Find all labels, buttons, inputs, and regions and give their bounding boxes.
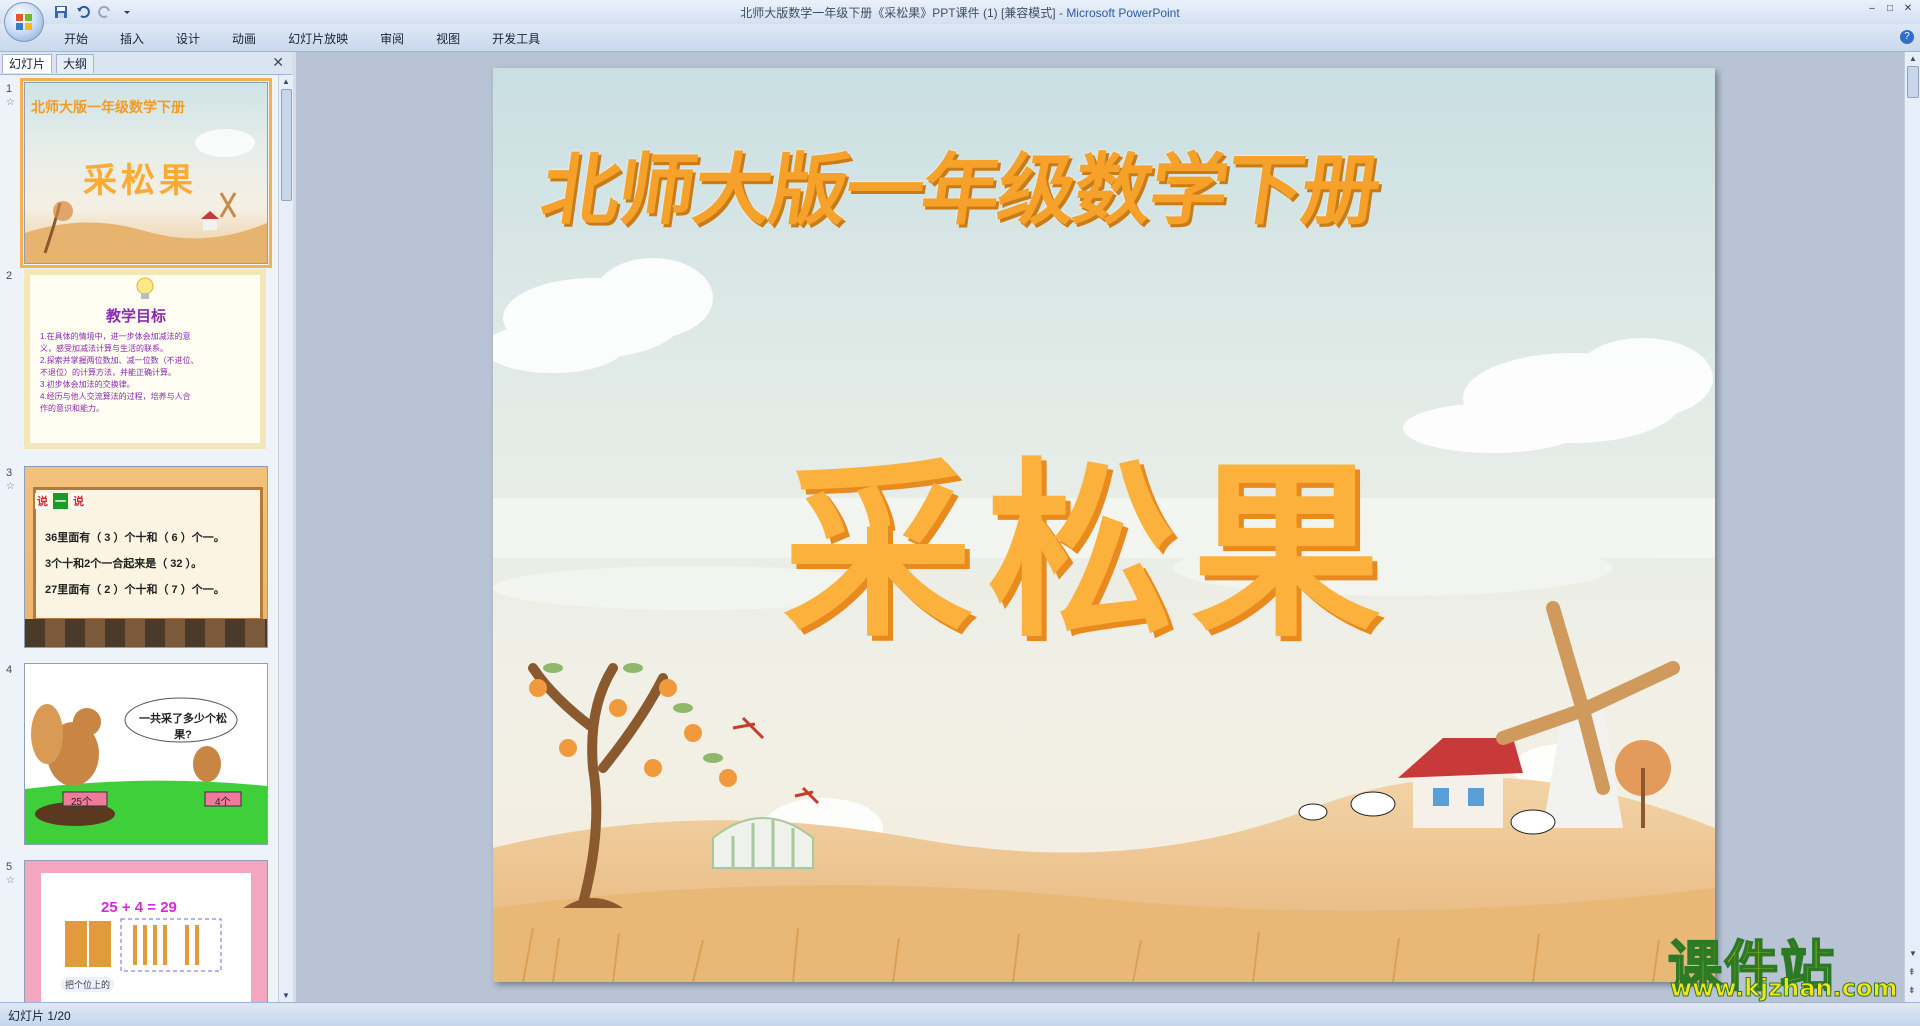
slide-number: 2 <box>6 270 13 282</box>
thumb-line-3: 27里面有（ 2 ）个十和（ 7 ）个一。 <box>45 584 225 596</box>
office-button[interactable] <box>4 2 44 42</box>
thumbnail-image: 北师大版一年级数学下册 采松果 <box>20 78 272 268</box>
scroll-down-icon[interactable]: ▼ <box>1909 949 1917 958</box>
thumb-line-4: 不退位）的计算方法，并能正确计算。 <box>40 368 176 377</box>
thumb-title: 教学目标 <box>106 308 167 325</box>
thumb-scenery <box>25 129 267 263</box>
slide-thumbnail-5[interactable]: 5 ☆ 25 + 4 = 29 把个位上的 <box>0 857 278 1002</box>
slide-counter: 幻灯片 1/20 <box>8 1009 71 1023</box>
scroll-down-icon[interactable]: ▼ <box>282 991 290 1000</box>
thumb-badge-2: 一 <box>53 493 68 509</box>
tab-design[interactable]: 设计 <box>160 28 216 49</box>
animation-star-icon: ☆ <box>6 481 15 492</box>
minimize-button[interactable]: – <box>1864 2 1880 16</box>
tab-review[interactable]: 审阅 <box>364 28 420 49</box>
pane-tabs: 幻灯片 大纲 ✕ <box>0 52 292 75</box>
slide-number: 3 <box>6 467 13 479</box>
slide-thumbnail-3[interactable]: 3 ☆ 说 一 说 36里面有（ 3 ）个十和（ 6 ）个一。 3个十和2个一合… <box>0 463 278 649</box>
thumb-note: 把个位上的 <box>61 977 115 992</box>
thumb-badge-3: 说 <box>71 493 86 509</box>
thumb-line-3: 2.探索并掌握两位数加、减一位数（不进位、 <box>40 356 199 365</box>
slide-thumbnail-2[interactable]: 2 教学目标 1.在具体的情境中，进一步体会加减法的意 义，感受加减法计算与生活… <box>0 266 278 452</box>
help-icon[interactable]: ? <box>1900 30 1914 44</box>
tab-developer[interactable]: 开发工具 <box>476 28 556 49</box>
thumb-line-1: 36里面有（ 3 ）个十和（ 6 ）个一。 <box>45 532 225 544</box>
tab-insert[interactable]: 插入 <box>104 28 160 49</box>
tab-home[interactable]: 开始 <box>48 28 104 49</box>
ribbon: 开始 插入 设计 动画 幻灯片放映 审阅 视图 开发工具 ? <box>0 24 1920 52</box>
slide-thumbnail-4[interactable]: 4 一共采了多少个松果? 25个 4个 <box>0 660 278 846</box>
pane-close-button[interactable]: ✕ <box>272 54 284 71</box>
thumbnail-image: 25 + 4 = 29 把个位上的 <box>24 860 268 1002</box>
title-separator: - <box>1055 6 1067 20</box>
next-slide-icon[interactable]: ⇟ <box>1908 985 1916 996</box>
status-bar: 幻灯片 1/20 <box>0 1002 1920 1026</box>
tab-slideshow[interactable]: 幻灯片放映 <box>272 28 364 49</box>
title-bar: 北师大版数学一年级下册《采松果》PPT课件 (1) [兼容模式] - Micro… <box>0 0 1920 42</box>
thumb-left-sign: 25个 <box>71 797 93 808</box>
lightbulb-icon <box>136 277 154 299</box>
thumb-line-6: 4.经历与他人交流算法的过程，培养与人合 <box>40 392 191 401</box>
app-name: Microsoft PowerPoint <box>1066 6 1180 20</box>
ribbon-tabs: 开始 插入 设计 动画 幻灯片放映 审阅 视图 开发工具 <box>48 28 556 49</box>
thumb-line-5: 3.初步体会加法的交换律。 <box>40 380 135 389</box>
slide-number: 4 <box>6 664 13 676</box>
thumb-line-2: 义，感受加减法计算与生活的联系。 <box>40 344 168 353</box>
window-title: 北师大版数学一年级下册《采松果》PPT课件 (1) [兼容模式] - Micro… <box>0 4 1920 21</box>
thumb-right-sign: 4个 <box>215 797 231 808</box>
slide-number: 1 <box>6 83 13 95</box>
slide-number: 5 <box>6 861 13 873</box>
thumb-line-1: 1.在具体的情境中，进一步体会加减法的意 <box>40 332 191 341</box>
thumb-line-2: 3个十和2个一合起来是（ 32 ）。 <box>45 558 203 570</box>
scroll-up-icon[interactable]: ▲ <box>1909 54 1917 63</box>
animation-star-icon: ☆ <box>6 875 15 886</box>
scroll-up-icon[interactable]: ▲ <box>282 77 290 86</box>
tab-slides[interactable]: 幻灯片 <box>2 54 53 73</box>
thumb-badge-1: 说 <box>35 493 50 509</box>
slides-pane: 1 ☆ 北师大版一年级数学下册 采松果 2 教学目标 1.在具体的情境中，进一步… <box>0 75 278 1002</box>
window-controls: – □ ✕ <box>1864 2 1916 16</box>
thumbnail-scrollbar[interactable]: ▲ ▼ <box>278 75 293 1002</box>
slide-subtitle[interactable]: 北师大版一年级数学下册 <box>535 128 1387 240</box>
tab-animation[interactable]: 动画 <box>216 28 272 49</box>
thumb-train <box>25 619 267 647</box>
tab-view[interactable]: 视图 <box>420 28 476 49</box>
maximize-button[interactable]: □ <box>1882 2 1898 16</box>
scroll-thumb[interactable] <box>281 89 292 201</box>
document-title: 北师大版数学一年级下册《采松果》PPT课件 (1) [兼容模式] <box>740 6 1056 20</box>
thumbnail-image: 一共采了多少个松果? 25个 4个 <box>24 663 268 845</box>
slide-thumbnail-1[interactable]: 1 ☆ 北师大版一年级数学下册 采松果 <box>0 78 278 268</box>
tab-outline[interactable]: 大纲 <box>56 54 95 73</box>
scroll-thumb[interactable] <box>1907 66 1919 98</box>
thumbnail-image: 教学目标 1.在具体的情境中，进一步体会加减法的意 义，感受加减法计算与生活的联… <box>24 269 266 449</box>
close-button[interactable]: ✕ <box>1900 2 1916 16</box>
current-slide[interactable]: 北师大版一年级数学下册 采松果 <box>493 68 1715 982</box>
office-logo-icon <box>16 14 32 30</box>
slide-title[interactable]: 采松果 <box>783 398 1395 673</box>
animation-star-icon: ☆ <box>6 97 15 108</box>
watermark-url: www.kjzhan.com <box>1669 974 1898 1003</box>
prev-slide-icon[interactable]: ⇞ <box>1908 967 1916 978</box>
thumb-squirrels <box>25 697 267 844</box>
thumb-line-7: 作的意识和能力。 <box>40 404 104 413</box>
watermark-logo: 课件站 www.kjzhan.com <box>1667 922 1904 1003</box>
thumb-bubble-text: 一共采了多少个松果? <box>139 713 227 741</box>
thumbnail-image: 说 一 说 36里面有（ 3 ）个十和（ 6 ）个一。 3个十和2个一合起来是（… <box>24 466 268 648</box>
editor-scrollbar[interactable]: ▲ ▼ ⇞ ⇟ <box>1904 52 1920 1002</box>
